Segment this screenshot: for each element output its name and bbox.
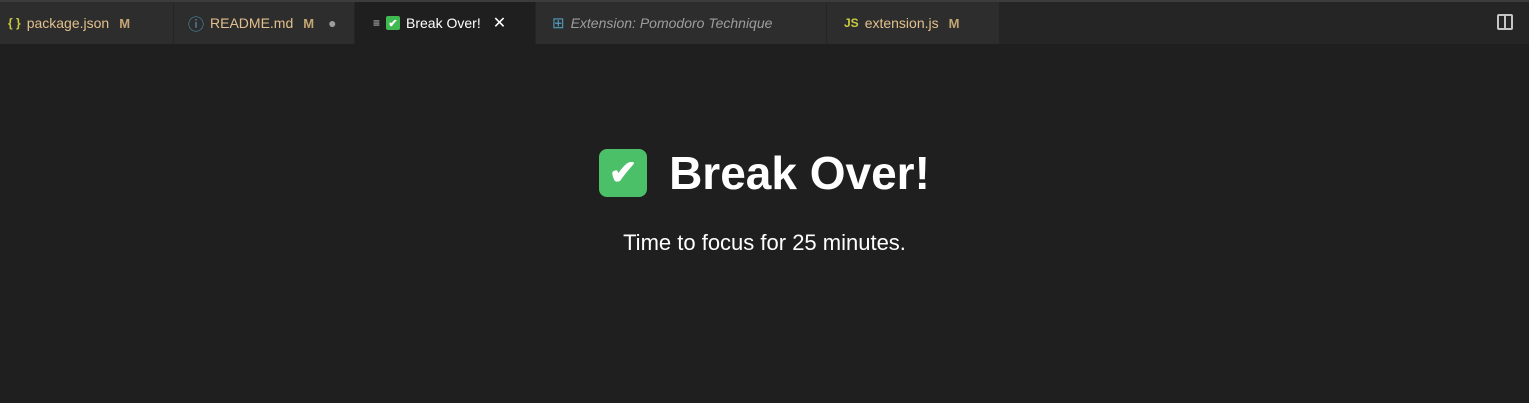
modified-badge: M xyxy=(119,15,131,31)
check-icon: ✔ xyxy=(386,16,401,30)
close-icon[interactable]: ✕ xyxy=(493,13,506,33)
message-text: Time to focus for 25 minutes. xyxy=(623,230,906,255)
tab-label: Break Over! xyxy=(406,15,481,31)
extensions-icon: ⊞ xyxy=(552,15,565,32)
heading-text: Break Over! xyxy=(669,147,930,199)
check-icon: ✔ xyxy=(599,149,648,197)
braces-icon: { } xyxy=(8,16,21,30)
js-icon: JS xyxy=(844,16,859,30)
preview-lines-icon: ≡ xyxy=(373,16,381,30)
tab-extension-pomodoro[interactable]: ⊞ Extension: Pomodoro Technique xyxy=(536,2,827,44)
editor-tab-bar: { } package.json M ⓘ README.md M ● ≡ ✔ B… xyxy=(0,2,1529,44)
tab-extension-js[interactable]: JS extension.js M xyxy=(827,2,1000,44)
tab-label: package.json xyxy=(26,15,110,31)
tab-break-over[interactable]: ≡ ✔ Break Over! ✕ xyxy=(355,2,536,44)
page-title: ✔ Break Over! xyxy=(0,146,1529,200)
tab-label: extension.js xyxy=(864,15,939,31)
modified-badge: M xyxy=(303,15,315,31)
tab-label: Extension: Pomodoro Technique xyxy=(570,15,773,31)
split-editor-icon[interactable] xyxy=(1497,14,1513,30)
modified-badge: M xyxy=(948,15,960,31)
tab-readme[interactable]: ⓘ README.md M ● xyxy=(174,2,355,44)
tab-label: README.md xyxy=(210,15,294,31)
info-icon: ⓘ xyxy=(188,17,205,34)
webview-content: ✔ Break Over! Time to focus for 25 minut… xyxy=(0,146,1529,256)
unsaved-dot-icon[interactable]: ● xyxy=(328,15,336,31)
tab-package-json[interactable]: { } package.json M xyxy=(0,2,174,44)
